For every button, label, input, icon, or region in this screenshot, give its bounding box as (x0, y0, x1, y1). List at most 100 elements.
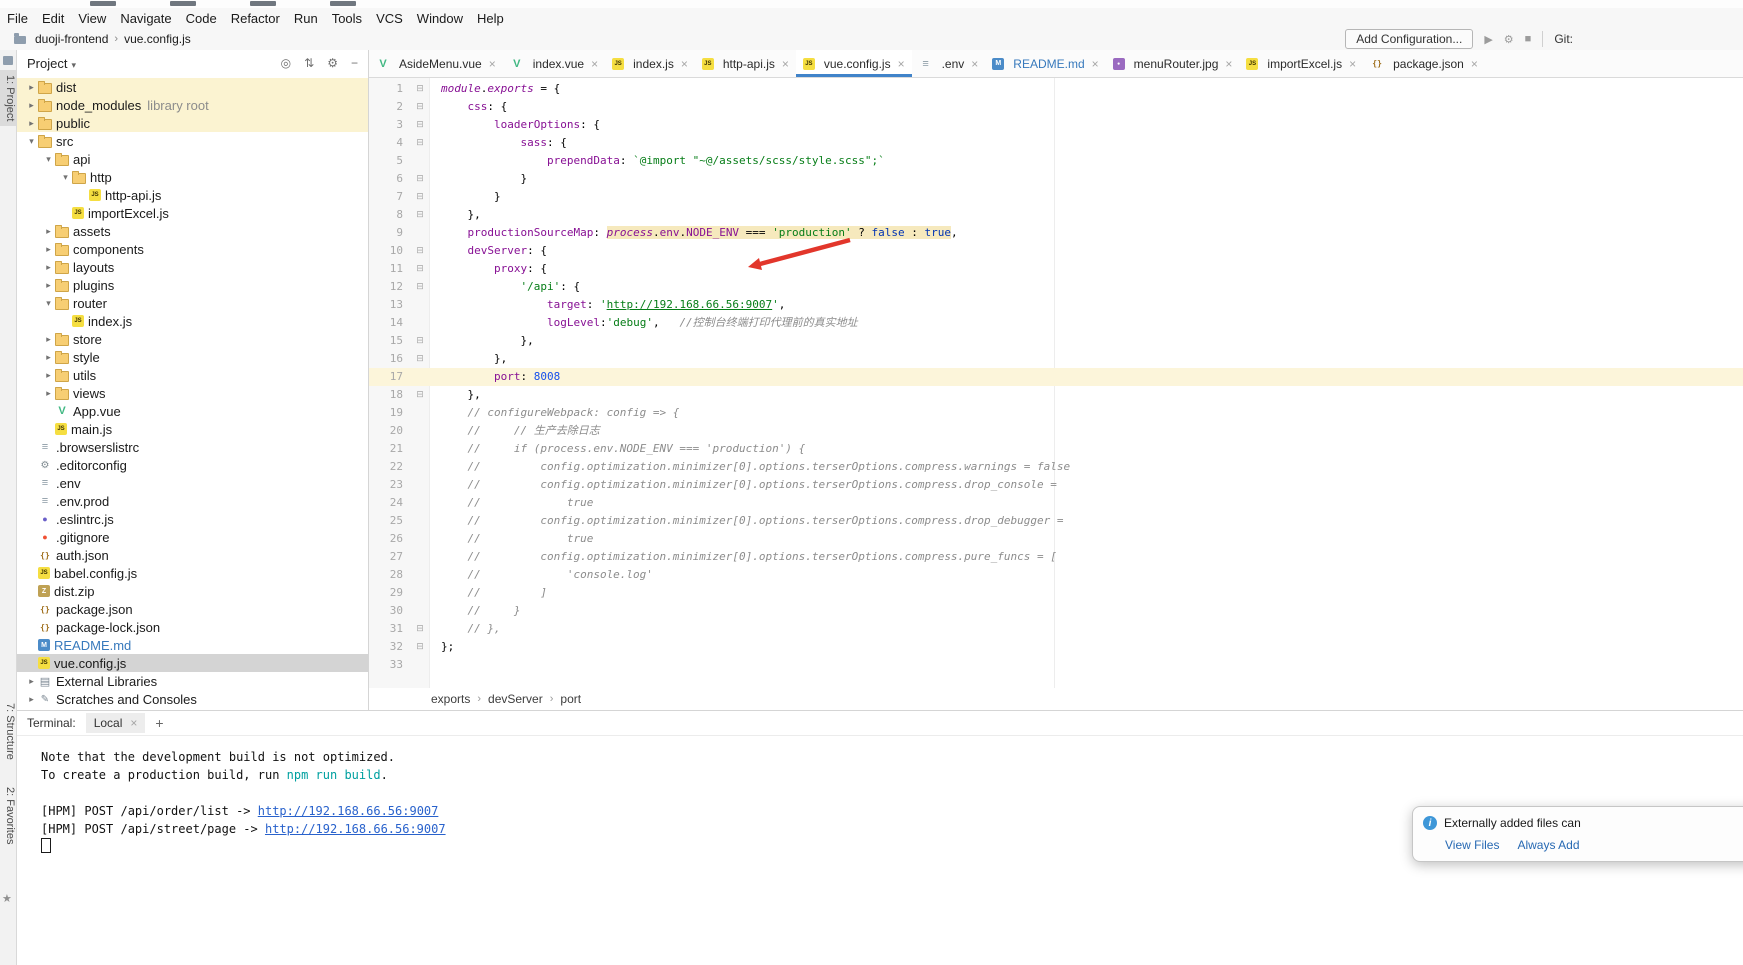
tab-importexcel-js[interactable]: importExcel.js× (1239, 50, 1363, 77)
tab-menurouter-jpg[interactable]: menuRouter.jpg× (1106, 50, 1240, 77)
line-number[interactable]: 11 (369, 260, 411, 278)
tab-vue-config-js[interactable]: vue.config.js× (796, 50, 912, 77)
close-icon[interactable]: × (1225, 57, 1232, 71)
tree-item-http[interactable]: ▾http (17, 168, 368, 186)
collapse-all-icon[interactable]: ⇅ (304, 56, 314, 70)
chevron-down-icon[interactable]: ▾ (25, 136, 38, 147)
tree-item-editorconfig[interactable]: .editorconfig (17, 456, 368, 474)
chevron-right-icon[interactable]: ▸ (42, 388, 55, 399)
fold-marker-icon[interactable]: ⊟ (411, 638, 429, 656)
code-line-25[interactable]: 25 // config.optimization.minimizer[0].o… (369, 512, 1743, 530)
line-number[interactable]: 9 (369, 224, 411, 242)
close-icon[interactable]: × (898, 57, 905, 71)
line-number[interactable]: 5 (369, 152, 411, 170)
line-number[interactable]: 4 (369, 134, 411, 152)
code-line-19[interactable]: 19 // configureWebpack: config => { (369, 404, 1743, 422)
tree-item-layouts[interactable]: ▸layouts (17, 258, 368, 276)
editor-breadcrumb-port[interactable]: port (560, 692, 581, 706)
run-icon[interactable]: ▶ (1484, 33, 1492, 46)
chevron-right-icon[interactable]: ▸ (42, 262, 55, 273)
project-panel-title[interactable]: Project▾ (27, 56, 76, 71)
view-files-link[interactable]: View Files (1445, 838, 1499, 852)
line-number[interactable]: 7 (369, 188, 411, 206)
tab-readme-md[interactable]: README.md× (985, 50, 1105, 77)
tree-item-package-lock-json[interactable]: package-lock.json (17, 618, 368, 636)
line-number[interactable]: 18 (369, 386, 411, 404)
chevron-right-icon[interactable]: ▸ (25, 118, 38, 129)
menu-item-code[interactable]: Code (179, 11, 224, 26)
chevron-right-icon[interactable]: ▸ (25, 676, 38, 687)
line-number[interactable]: 19 (369, 404, 411, 422)
chevron-right-icon[interactable]: ▸ (42, 370, 55, 381)
menu-item-run[interactable]: Run (287, 11, 325, 26)
chevron-right-icon[interactable]: ▸ (42, 334, 55, 345)
fold-marker-icon[interactable]: ⊟ (411, 134, 429, 152)
chevron-right-icon[interactable]: ▸ (42, 226, 55, 237)
code-line-18[interactable]: 18⊟ }, (369, 386, 1743, 404)
close-icon[interactable]: × (1471, 57, 1478, 71)
code-line-21[interactable]: 21 // if (process.env.NODE_ENV === 'prod… (369, 440, 1743, 458)
menu-item-edit[interactable]: Edit (35, 11, 71, 26)
code-line-7[interactable]: 7⊟ } (369, 188, 1743, 206)
new-terminal-icon[interactable]: + (155, 715, 163, 731)
menu-item-view[interactable]: View (71, 11, 113, 26)
tab-asidemenu-vue[interactable]: AsideMenu.vue× (369, 50, 503, 77)
tree-item-babel-config-js[interactable]: babel.config.js (17, 564, 368, 582)
breadcrumb-item-vue-config-js[interactable]: vue.config.js (122, 32, 193, 46)
code-line-9[interactable]: 9 productionSourceMap: process.env.NODE_… (369, 224, 1743, 242)
tree-item-external-libraries[interactable]: ▸External Libraries (17, 672, 368, 690)
fold-marker-icon[interactable]: ⊟ (411, 260, 429, 278)
line-number[interactable]: 10 (369, 242, 411, 260)
code-line-22[interactable]: 22 // config.optimization.minimizer[0].o… (369, 458, 1743, 476)
code-line-29[interactable]: 29 // ] (369, 584, 1743, 602)
tree-item-scratches-and-consoles[interactable]: ▸Scratches and Consoles (17, 690, 368, 708)
code-line-6[interactable]: 6⊟ } (369, 170, 1743, 188)
tree-item-main-js[interactable]: main.js (17, 420, 368, 438)
menu-item-file[interactable]: File (0, 11, 35, 26)
tree-item-utils[interactable]: ▸utils (17, 366, 368, 384)
close-icon[interactable]: × (489, 57, 496, 71)
chevron-down-icon[interactable]: ▾ (59, 172, 72, 183)
line-number[interactable]: 29 (369, 584, 411, 602)
add-configuration-button[interactable]: Add Configuration... (1345, 29, 1473, 49)
menu-item-help[interactable]: Help (470, 11, 511, 26)
tree-item-app-vue[interactable]: App.vue (17, 402, 368, 420)
tree-item-src[interactable]: ▾src (17, 132, 368, 150)
code-line-26[interactable]: 26 // true (369, 530, 1743, 548)
tree-item-readme-md[interactable]: README.md (17, 636, 368, 654)
line-number[interactable]: 27 (369, 548, 411, 566)
menu-item-tools[interactable]: Tools (325, 11, 369, 26)
fold-marker-icon[interactable]: ⊟ (411, 242, 429, 260)
tab-env[interactable]: .env× (912, 50, 986, 77)
hide-panel-icon[interactable]: − (351, 56, 358, 70)
locate-file-icon[interactable]: ◎ (281, 56, 291, 70)
settings-icon[interactable]: ⚙ (1504, 33, 1514, 46)
tree-item-api[interactable]: ▾api (17, 150, 368, 168)
tree-item-components[interactable]: ▸components (17, 240, 368, 258)
code-line-1[interactable]: 1⊟module.exports = { (369, 80, 1743, 98)
line-number[interactable]: 1 (369, 80, 411, 98)
code-editor[interactable]: 1⊟module.exports = {2⊟ css: {3⊟ loaderOp… (369, 78, 1743, 688)
line-number[interactable]: 16 (369, 350, 411, 368)
code-line-15[interactable]: 15⊟ }, (369, 332, 1743, 350)
always-add-link[interactable]: Always Add (1517, 838, 1579, 852)
line-number[interactable]: 13 (369, 296, 411, 314)
line-number[interactable]: 15 (369, 332, 411, 350)
fold-marker-icon[interactable]: ⊟ (411, 278, 429, 296)
code-line-14[interactable]: 14 logLevel:'debug', //控制台终端打印代理前的真实地址 (369, 314, 1743, 332)
code-line-8[interactable]: 8⊟ }, (369, 206, 1743, 224)
tab-index-vue[interactable]: index.vue× (503, 50, 605, 77)
tree-item-views[interactable]: ▸views (17, 384, 368, 402)
line-number[interactable]: 22 (369, 458, 411, 476)
line-number[interactable]: 23 (369, 476, 411, 494)
close-icon[interactable]: × (130, 716, 137, 730)
menu-item-refactor[interactable]: Refactor (224, 11, 287, 26)
fold-marker-icon[interactable]: ⊟ (411, 332, 429, 350)
close-icon[interactable]: × (1349, 57, 1356, 71)
line-number[interactable]: 21 (369, 440, 411, 458)
tree-item-package-json[interactable]: package.json (17, 600, 368, 618)
tree-item-dist[interactable]: ▸dist (17, 78, 368, 96)
tool-window-tab-structure[interactable]: 7: Structure (0, 698, 16, 765)
menu-item-vcs[interactable]: VCS (369, 11, 410, 26)
star-icon[interactable]: ★ (2, 892, 12, 905)
